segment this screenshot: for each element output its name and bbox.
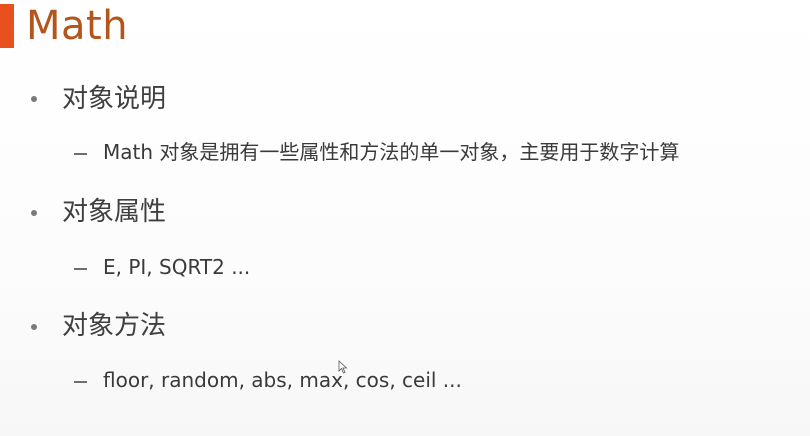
dash-icon bbox=[74, 381, 87, 383]
bullet-dot-icon bbox=[31, 96, 37, 102]
title-accent-bar bbox=[0, 4, 14, 48]
slide: Math 对象说明 Math 对象是拥有一些属性和方法的单一对象，主要用于数字计… bbox=[0, 0, 810, 436]
slide-title: Math bbox=[26, 3, 129, 49]
bullet-dot-icon bbox=[31, 210, 37, 216]
dash-icon bbox=[74, 268, 87, 270]
bullet-heading: 对象说明 bbox=[62, 84, 167, 114]
bullet-dot-icon bbox=[31, 324, 37, 330]
bullet-subitem: floor, random, abs, max, cos, ceil ... bbox=[103, 368, 462, 392]
bullet-subitem: E, PI, SQRT2 ... bbox=[103, 255, 251, 279]
dash-icon bbox=[74, 153, 87, 155]
bullet-subitem: Math 对象是拥有一些属性和方法的单一对象，主要用于数字计算 bbox=[103, 140, 680, 164]
mouse-cursor-icon bbox=[338, 360, 348, 374]
bullet-heading: 对象方法 bbox=[62, 311, 167, 341]
bullet-heading: 对象属性 bbox=[62, 197, 167, 227]
